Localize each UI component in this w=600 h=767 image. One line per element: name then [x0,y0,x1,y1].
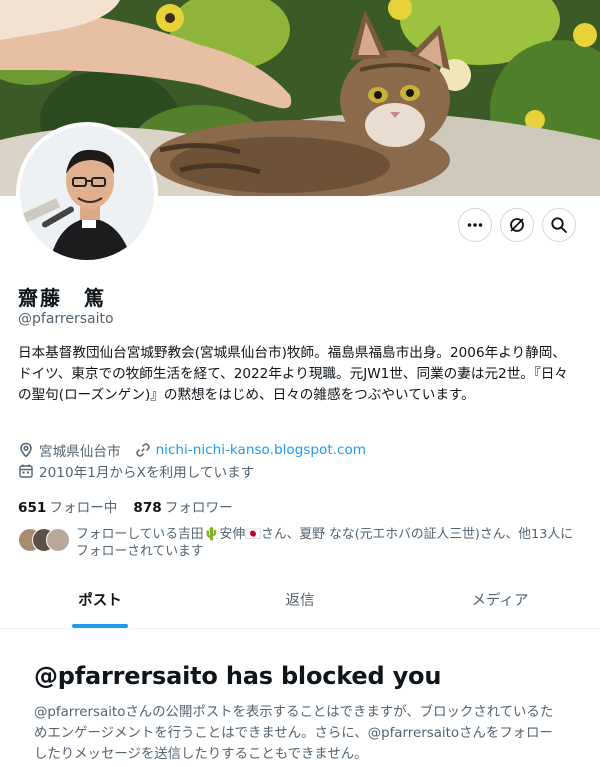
profile-website-link[interactable]: nichi-nichi-kanso.blogspot.com [156,442,366,458]
blocked-message: @pfarrersaitoさんの公開ポストを表示することはできますが、ブロックさ… [34,705,554,762]
followers-label: フォロワー [164,500,233,516]
followed-by-avatars [18,528,72,552]
avatar [46,528,70,552]
profile-meta-row: 宮城県仙台市 nichi-nichi-kanso.blogspot.com [18,440,366,460]
search-button[interactable] [542,208,576,242]
grok-icon [508,216,526,234]
profile-avatar[interactable] [16,122,158,264]
active-tab-indicator [72,624,128,628]
profile-joined-date: 2010年1月からXを利用しています [39,465,255,481]
follow-counts: 651 フォロー中 878 フォロワー [18,496,233,516]
profile-bio: 日本基督教団仙台宮城野教会(宮城県仙台市)牧師。福島県福島市出身。2006年より… [18,345,568,403]
profile-handle: @pfarrersaito [18,311,114,327]
profile-location: 宮城県仙台市 [39,444,121,460]
tab-media[interactable]: メディア [400,578,600,628]
followed-by-row[interactable]: フォローしている吉田🌵安伸🇯🇵さん、夏野 なな(元エホバの証人三世)さん、他13… [18,526,582,560]
location-pin-icon [18,442,34,458]
following-count: 651 [18,500,47,516]
following-label: フォロー中 [49,500,118,516]
tab-posts[interactable]: ポスト [0,578,200,628]
followers-count: 878 [133,500,162,516]
more-icon [466,216,484,234]
profile-joined-row: 2010年1月からXを利用しています [18,461,254,481]
more-button[interactable] [458,208,492,242]
profile-name: 齋藤 篤 [18,286,106,310]
tab-replies[interactable]: 返信 [200,578,400,628]
profile-tabs: ポスト 返信 メディア [0,578,600,629]
blocked-title: @pfarrersaito has blocked you [34,662,442,690]
profile-actions [458,208,576,242]
tab-label: 返信 [285,593,315,609]
following-link[interactable]: 651 フォロー中 [18,496,117,516]
followed-by-text: フォローしている吉田🌵安伸🇯🇵さん、夏野 なな(元エホバの証人三世)さん、他13… [76,527,573,559]
grok-button[interactable] [500,208,534,242]
calendar-icon [18,463,34,479]
profile-page: 齋藤 篤 @pfarrersaito 日本基督教団仙台宮城野教会(宮城県仙台市)… [0,0,600,767]
search-icon [550,216,568,234]
tab-label: ポスト [78,593,122,609]
followers-link[interactable]: 878 フォロワー [133,496,232,516]
link-icon [135,442,151,458]
tab-label: メディア [471,593,529,609]
